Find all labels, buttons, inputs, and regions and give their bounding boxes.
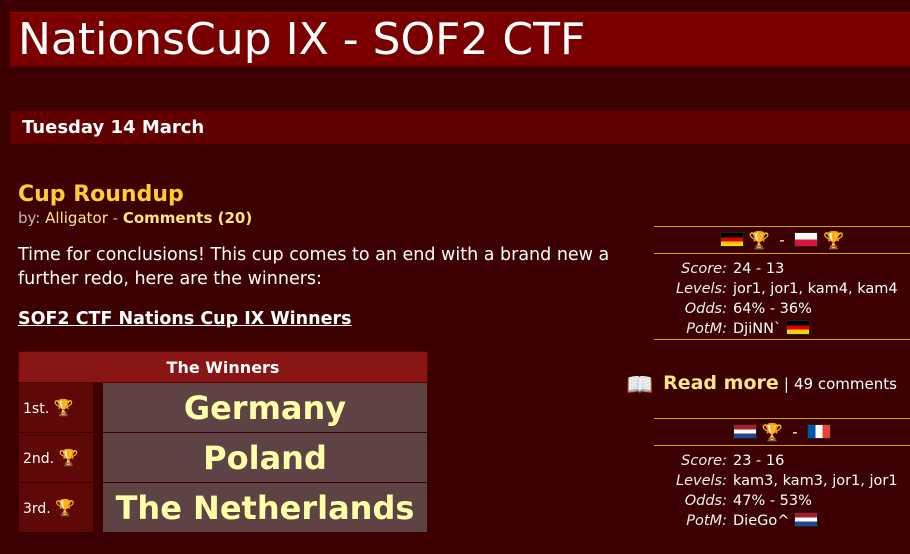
rank-label: 3rd.: [23, 501, 51, 517]
score-row: Score: 24 - 13: [654, 259, 910, 279]
table-row: 3rd. 🏆 The Netherlands: [18, 482, 428, 533]
divider: [654, 253, 910, 254]
byline-separator: -: [112, 209, 119, 227]
cell-divider: [93, 432, 103, 483]
levels-value: kam3, kam3, jor1, jor1: [733, 473, 898, 489]
cell-divider: [93, 382, 103, 433]
match-result-box: 🏆 - 🏆 Score: 24 - 13 Levels: jor1, jor1,…: [654, 226, 910, 340]
potm-row: PotM: DjiNN`: [654, 319, 910, 339]
article-intro: Time for conclusions! This cup comes to …: [18, 245, 610, 289]
comments-link[interactable]: Comments (20): [123, 209, 252, 227]
levels-label: Levels:: [676, 473, 727, 489]
rank-label: 1st.: [23, 401, 50, 417]
netherlands-flag-icon: [793, 512, 818, 527]
comments-count-link[interactable]: 49 comments: [794, 375, 897, 393]
table-row: 1st. 🏆 Germany: [18, 382, 428, 433]
read-more-separator: |: [783, 375, 789, 393]
nation-name: Germany: [102, 382, 428, 433]
gold-trophy-icon: 🏆: [53, 398, 74, 417]
odds-row: Odds: 47% - 53%: [654, 491, 910, 511]
score-value: 24 - 13: [733, 261, 785, 277]
winners-heading[interactable]: SOF2 CTF Nations Cup IX Winners: [18, 309, 352, 329]
article-byline: by: Alligator - Comments (20): [18, 209, 252, 227]
table-row: 2nd. 🏆 Poland: [18, 432, 428, 483]
odds-row: Odds: 64% - 36%: [654, 299, 910, 319]
bronze-trophy-icon: 🏆: [55, 498, 76, 517]
read-more-line: 📖 Read more | 49 comments: [626, 372, 897, 398]
match-result-box: 🏆 - Score: 23 - 16 Levels: kam3, kam3, j…: [654, 418, 910, 531]
nation-name: Poland: [102, 432, 428, 483]
silver-trophy-icon: 🏆: [58, 448, 79, 467]
potm-value: DjiNN`: [733, 320, 903, 338]
potm-label: PotM:: [686, 513, 727, 529]
rank-cell: 1st. 🏆: [18, 382, 94, 433]
odds-value: 47% - 53%: [733, 493, 812, 509]
article-title[interactable]: Cup Roundup: [18, 182, 184, 207]
trophy-icon: 🏆: [748, 231, 770, 251]
score-label: Score:: [681, 453, 727, 469]
levels-value: jor1, jor1, kam4, kam4: [733, 281, 898, 297]
cell-divider: [93, 482, 103, 533]
germany-flag-icon: [719, 232, 744, 247]
match-header[interactable]: 🏆 - 🏆: [654, 227, 910, 253]
netherlands-flag-icon: [732, 424, 757, 439]
winners-table: The Winners 1st. 🏆 Germany 2nd. 🏆 Poland…: [18, 351, 428, 533]
site-title-bar: NationsCup IX - SOF2 CTF: [10, 12, 910, 66]
byline-prefix: by:: [18, 209, 41, 227]
potm-player[interactable]: DieGo^: [733, 513, 789, 529]
winners-table-header: The Winners: [18, 351, 428, 383]
author-link[interactable]: Alligator: [45, 209, 108, 227]
odds-label: Odds:: [684, 493, 727, 509]
potm-label: PotM:: [686, 321, 727, 337]
levels-label: Levels:: [676, 281, 727, 297]
score-label: Score:: [681, 261, 727, 277]
potm-value: DieGo^: [733, 512, 903, 530]
rank-cell: 3rd. 🏆: [18, 482, 94, 533]
levels-row: Levels: kam3, kam3, jor1, jor1: [654, 471, 910, 491]
site-title: NationsCup IX - SOF2 CTF: [18, 14, 586, 65]
germany-flag-icon: [785, 320, 810, 335]
potm-row: PotM: DieGo^: [654, 511, 910, 531]
trophy-icon: 🏆: [761, 423, 783, 443]
match-dash: -: [779, 231, 785, 249]
rank-cell: 2nd. 🏆: [18, 432, 94, 483]
divider: [654, 339, 910, 340]
date-header-bar: Tuesday 14 March: [10, 111, 910, 144]
date-header: Tuesday 14 March: [22, 117, 205, 138]
rank-label: 2nd.: [23, 451, 55, 467]
book-icon: 📖: [626, 373, 654, 398]
odds-value: 64% - 36%: [733, 301, 812, 317]
nation-name: The Netherlands: [102, 482, 428, 533]
score-value: 23 - 16: [733, 453, 785, 469]
score-row: Score: 23 - 16: [654, 451, 910, 471]
match-header[interactable]: 🏆 -: [654, 419, 910, 445]
odds-label: Odds:: [684, 301, 727, 317]
france-flag-icon: [807, 424, 832, 439]
match-dash: -: [792, 423, 798, 441]
divider: [654, 445, 910, 446]
levels-row: Levels: jor1, jor1, kam4, kam4: [654, 279, 910, 299]
poland-flag-icon: [794, 232, 819, 247]
trophy-icon: 🏆: [823, 231, 845, 251]
potm-player[interactable]: DjiNN`: [733, 321, 781, 337]
read-more-link[interactable]: Read more: [663, 372, 779, 394]
